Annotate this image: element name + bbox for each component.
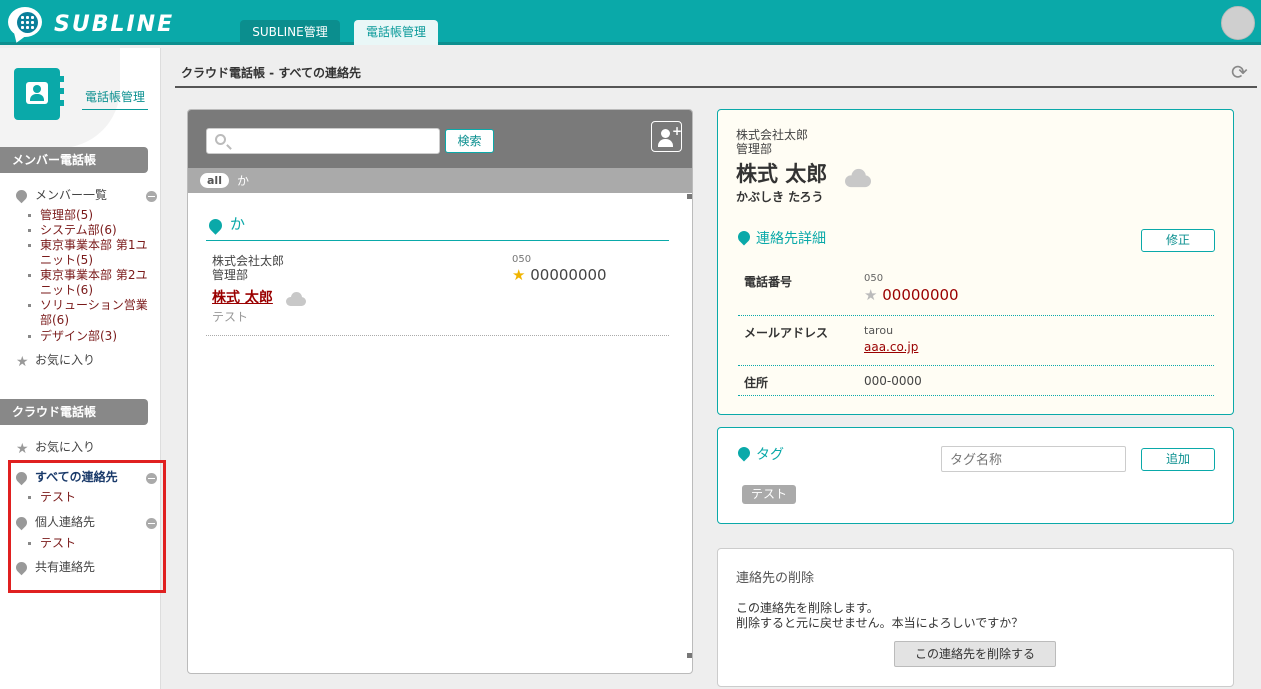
tab-phonebook-admin[interactable]: 電話帳管理: [354, 20, 438, 45]
delete-line2: 削除すると元に戻せません。本当によろしいですか？: [736, 616, 1024, 630]
delete-panel: 連絡先の削除 この連絡先を削除します。 削除すると元に戻せません。本当によろしい…: [717, 548, 1234, 687]
cloud-icon: [842, 168, 876, 187]
sidebar-item-member-list[interactable]: メンバー一覧: [13, 186, 107, 204]
filter-ka[interactable]: か: [237, 172, 249, 189]
detail-address: 000-0000: [864, 374, 922, 388]
sidebar-dept-item[interactable]: ソリューション営業部(6): [28, 298, 152, 328]
detail-row-email: メールアドレス tarou aaa.co.jp: [738, 316, 1214, 366]
logo-text: SUBLINE: [54, 12, 175, 37]
search-input[interactable]: [235, 132, 435, 150]
collapse-member-list-icon[interactable]: [146, 191, 157, 202]
filter-all[interactable]: all: [200, 173, 229, 188]
detail-company: 株式会社太郎: [736, 128, 809, 142]
breadcrumb: クラウド電話帳 - すべての連絡先: [175, 62, 1257, 88]
sidebar-item-cloud-favorites[interactable]: ★ お気に入り: [16, 438, 95, 457]
contact-list-item[interactable]: 株式会社太郎 管理部 株式 太郎 テスト 050 ★ 00000000: [206, 250, 669, 336]
pin-icon: [735, 444, 753, 462]
edit-button[interactable]: 修正: [1141, 229, 1215, 252]
detail-department: 管理部: [736, 142, 773, 156]
contact-phone-prefix: 050: [512, 254, 532, 265]
alphabet-filter-bar: all か: [188, 168, 692, 193]
detail-section-title: 連絡先詳細: [735, 228, 826, 248]
pin-icon: [13, 187, 30, 204]
app-logo[interactable]: SUBLINE: [8, 5, 198, 41]
cloud-phonebook-heading: クラウド電話帳: [0, 399, 148, 425]
delete-title: 連絡先の削除: [736, 571, 815, 586]
detail-phone: 00000000: [882, 286, 959, 304]
add-tag-button[interactable]: 追加: [1141, 448, 1215, 471]
delete-contact-button[interactable]: この連絡先を削除する: [894, 641, 1056, 667]
detail-email-user: tarou: [864, 324, 894, 337]
logo-dialpad-icon: [17, 12, 38, 33]
detail-kana: かぶしき たろう: [736, 190, 824, 204]
user-avatar[interactable]: [1221, 6, 1255, 40]
phonebook-icon: [14, 68, 64, 120]
tag-name-input[interactable]: [941, 446, 1126, 472]
contact-tag: テスト: [212, 310, 249, 324]
tab-subline-admin[interactable]: SUBLINE管理: [240, 20, 340, 45]
detail-name: 株式 太郎: [736, 162, 828, 186]
tag-panel: タグ 追加 テスト: [717, 427, 1234, 524]
star-icon: ★: [16, 441, 29, 457]
favorite-star-icon[interactable]: ★: [512, 266, 525, 284]
highlight-box: [8, 460, 166, 593]
search-button[interactable]: 検索: [445, 129, 494, 153]
list-toolbar: 検索 +: [188, 110, 692, 168]
top-bar: SUBLINE SUBLINE管理 電話帳管理: [0, 0, 1261, 45]
detail-row-address: 住所 000-0000: [738, 366, 1214, 396]
contact-phone: 00000000: [530, 266, 607, 284]
sidebar-dept-item[interactable]: 東京事業本部 第1ユニット(5): [28, 238, 152, 268]
scrollbar-bottom[interactable]: [687, 653, 692, 658]
tag-chip[interactable]: テスト: [742, 485, 797, 504]
detail-phone-prefix: 050: [864, 273, 884, 284]
tag-section-title: タグ: [735, 444, 784, 464]
contact-detail-panel: 株式会社太郎 管理部 株式 太郎 かぶしき たろう 連絡先詳細 修正 電話番号 …: [717, 109, 1234, 415]
star-icon: ★: [16, 354, 29, 370]
scrollbar-top[interactable]: [687, 194, 692, 199]
sidebar-dept-item[interactable]: 管理部(5): [28, 208, 152, 223]
add-contact-icon[interactable]: +: [651, 121, 682, 152]
contact-name-link[interactable]: 株式 太郎: [212, 290, 273, 306]
member-phonebook-heading: メンバー電話帳: [0, 147, 148, 173]
search-box: [206, 128, 440, 154]
pin-icon: [206, 216, 225, 235]
sidebar-dept-item[interactable]: 東京事業本部 第2ユニット(6): [28, 268, 152, 298]
contact-company: 株式会社太郎: [212, 254, 285, 268]
search-icon: [215, 134, 226, 145]
pin-icon: [735, 228, 753, 246]
group-header: か: [206, 213, 669, 241]
sidebar-dept-item[interactable]: デザイン部(3): [28, 329, 152, 344]
favorite-star-icon[interactable]: ★: [864, 286, 877, 304]
sidebar-item-member-favorites[interactable]: ★ お気に入り: [16, 351, 95, 370]
contact-list-panel: 検索 + all か か 株式会社太郎 管理部 株式 太郎 テスト 050 ★ …: [187, 109, 693, 674]
contact-department: 管理部: [212, 268, 249, 282]
sidebar-dept-item[interactable]: システム部(6): [28, 223, 152, 238]
cloud-icon: [283, 291, 309, 306]
sidebar-title: 電話帳管理: [82, 88, 148, 110]
detail-row-phone: 電話番号 050 ★ 00000000: [738, 262, 1214, 316]
detail-email-link[interactable]: aaa.co.jp: [864, 340, 918, 354]
refresh-icon[interactable]: ⟳: [1231, 60, 1248, 84]
